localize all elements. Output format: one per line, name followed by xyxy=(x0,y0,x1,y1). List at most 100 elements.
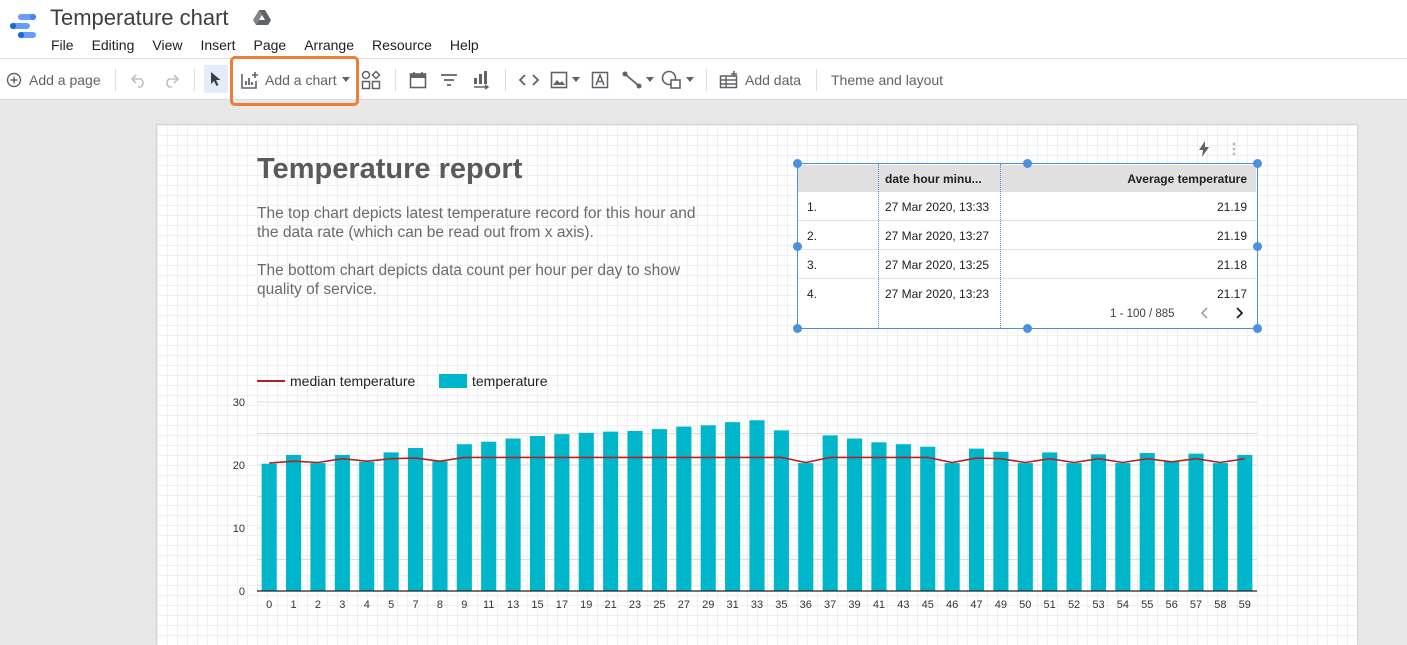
x-tick-label: 21 xyxy=(605,599,617,611)
shape-button[interactable] xyxy=(661,59,694,100)
chevron-left-icon[interactable] xyxy=(1201,307,1209,319)
menu-view[interactable]: View xyxy=(143,36,191,54)
row-number: 2. xyxy=(807,229,818,243)
add-chart-highlight xyxy=(230,56,359,106)
x-tick-label: 55 xyxy=(1141,599,1153,611)
row-date: 27 Mar 2020, 13:27 xyxy=(885,229,990,243)
report-name[interactable]: Temperature chart xyxy=(50,5,229,31)
bar xyxy=(968,448,985,591)
x-tick-label: 8 xyxy=(437,599,443,611)
theme-layout-button[interactable]: Theme and layout xyxy=(831,59,943,100)
chevron-right-icon[interactable] xyxy=(1235,307,1243,319)
resize-handle[interactable] xyxy=(1023,159,1032,168)
x-tick-label: 49 xyxy=(995,599,1007,611)
x-tick-label: 51 xyxy=(1044,599,1056,611)
x-tick-label: 13 xyxy=(507,599,519,611)
column-divider[interactable] xyxy=(878,164,879,328)
bar xyxy=(603,431,619,591)
bar xyxy=(359,461,375,591)
bar xyxy=(334,454,350,591)
menu-arrange[interactable]: Arrange xyxy=(295,36,363,54)
bar xyxy=(920,446,936,591)
code-icon xyxy=(518,73,540,86)
menu-insert[interactable]: Insert xyxy=(191,36,244,54)
image-button[interactable] xyxy=(550,59,580,100)
column-header-temperature[interactable]: Average temperature xyxy=(1127,172,1247,186)
bar xyxy=(651,429,667,591)
legend-line-swatch xyxy=(257,380,285,382)
community-visualizations-button[interactable] xyxy=(361,59,381,100)
bar xyxy=(895,444,911,591)
report-title[interactable]: Temperature report xyxy=(257,153,522,186)
resize-handle[interactable] xyxy=(793,159,802,168)
bar xyxy=(1090,454,1107,591)
menu-file[interactable]: File xyxy=(42,36,83,54)
bar xyxy=(1042,452,1058,591)
text-button[interactable] xyxy=(591,59,609,100)
filter-control-button[interactable] xyxy=(440,59,458,100)
x-tick-label: 47 xyxy=(970,599,982,611)
combo-chart[interactable]: 01020300 1 2 3 4 5 7 8 9 11 13 15 17 19 21 23 25 27 29 31 33… xyxy=(217,390,1267,620)
x-tick-label: 0 xyxy=(266,599,272,611)
dropdown-arrow-icon xyxy=(646,77,654,82)
resize-handle[interactable] xyxy=(1253,324,1262,333)
bar xyxy=(261,463,277,591)
redo-icon xyxy=(166,73,180,88)
y-tick-label: 20 xyxy=(233,460,245,472)
legend-item[interactable]: median temperature xyxy=(257,373,415,389)
report-description-2[interactable]: The bottom chart depicts data count per … xyxy=(257,261,717,299)
add-data-button[interactable]: Add data xyxy=(719,59,801,100)
undo-icon xyxy=(130,73,144,88)
menu-help[interactable]: Help xyxy=(441,36,488,54)
bar xyxy=(944,463,960,591)
resize-handle[interactable] xyxy=(1253,242,1262,251)
resize-handle[interactable] xyxy=(793,324,802,333)
data-control-button[interactable] xyxy=(472,59,490,100)
bar xyxy=(700,425,716,591)
redo-button[interactable] xyxy=(162,59,180,100)
toolbar-divider xyxy=(706,69,707,91)
row-number: 1. xyxy=(807,200,818,214)
x-tick-label: 39 xyxy=(848,599,860,611)
undo-button[interactable] xyxy=(130,59,148,100)
add-page-button[interactable]: Add a page xyxy=(6,59,101,100)
legend-item[interactable]: temperature xyxy=(439,373,547,389)
bar xyxy=(1017,463,1033,591)
bar xyxy=(627,430,643,591)
toolbar-divider xyxy=(505,69,506,91)
toolbar-divider xyxy=(115,69,116,91)
bar xyxy=(310,463,326,591)
bar xyxy=(505,438,521,591)
line-icon xyxy=(622,71,642,88)
menu-editing[interactable]: Editing xyxy=(83,36,144,54)
column-header-date[interactable]: date hour minu... xyxy=(885,172,982,186)
menu-bar: File Editing View Insert Page Arrange Re… xyxy=(42,36,488,54)
report-canvas[interactable]: Temperature report The top chart depicts… xyxy=(157,125,1357,645)
row-value: 21.18 xyxy=(1216,258,1247,272)
line-button[interactable] xyxy=(622,59,654,100)
row-number: 4. xyxy=(807,287,818,301)
select-tool-button[interactable] xyxy=(204,65,228,93)
resize-handle[interactable] xyxy=(1253,159,1262,168)
shapes-icon xyxy=(661,70,681,89)
table-chart[interactable]: date hour minu... Average temperature 1.… xyxy=(793,159,1262,333)
resize-handle[interactable] xyxy=(1023,324,1032,333)
x-tick-label: 5 xyxy=(388,599,394,611)
x-tick-label: 45 xyxy=(922,599,934,611)
x-tick-label: 7 xyxy=(412,599,418,611)
resize-handle[interactable] xyxy=(793,242,802,251)
report-description-1[interactable]: The top chart depicts latest temperature… xyxy=(257,204,717,242)
table-row: 3. 27 Mar 2020, 13:25 21.18 xyxy=(798,250,1256,279)
column-divider[interactable] xyxy=(1000,164,1001,328)
image-icon xyxy=(550,71,568,88)
menu-resource[interactable]: Resource xyxy=(363,36,441,54)
row-value: 21.19 xyxy=(1216,200,1247,214)
bar xyxy=(1115,463,1131,591)
date-range-button[interactable] xyxy=(409,59,427,100)
menu-page[interactable]: Page xyxy=(244,36,295,54)
app-header: Temperature chart File Editing View Inse… xyxy=(0,0,1407,58)
url-embed-button[interactable] xyxy=(518,59,540,100)
lightning-bolt-icon[interactable] xyxy=(1198,141,1210,157)
data-studio-logo[interactable] xyxy=(8,10,38,42)
more-options-icon[interactable] xyxy=(1232,141,1236,157)
